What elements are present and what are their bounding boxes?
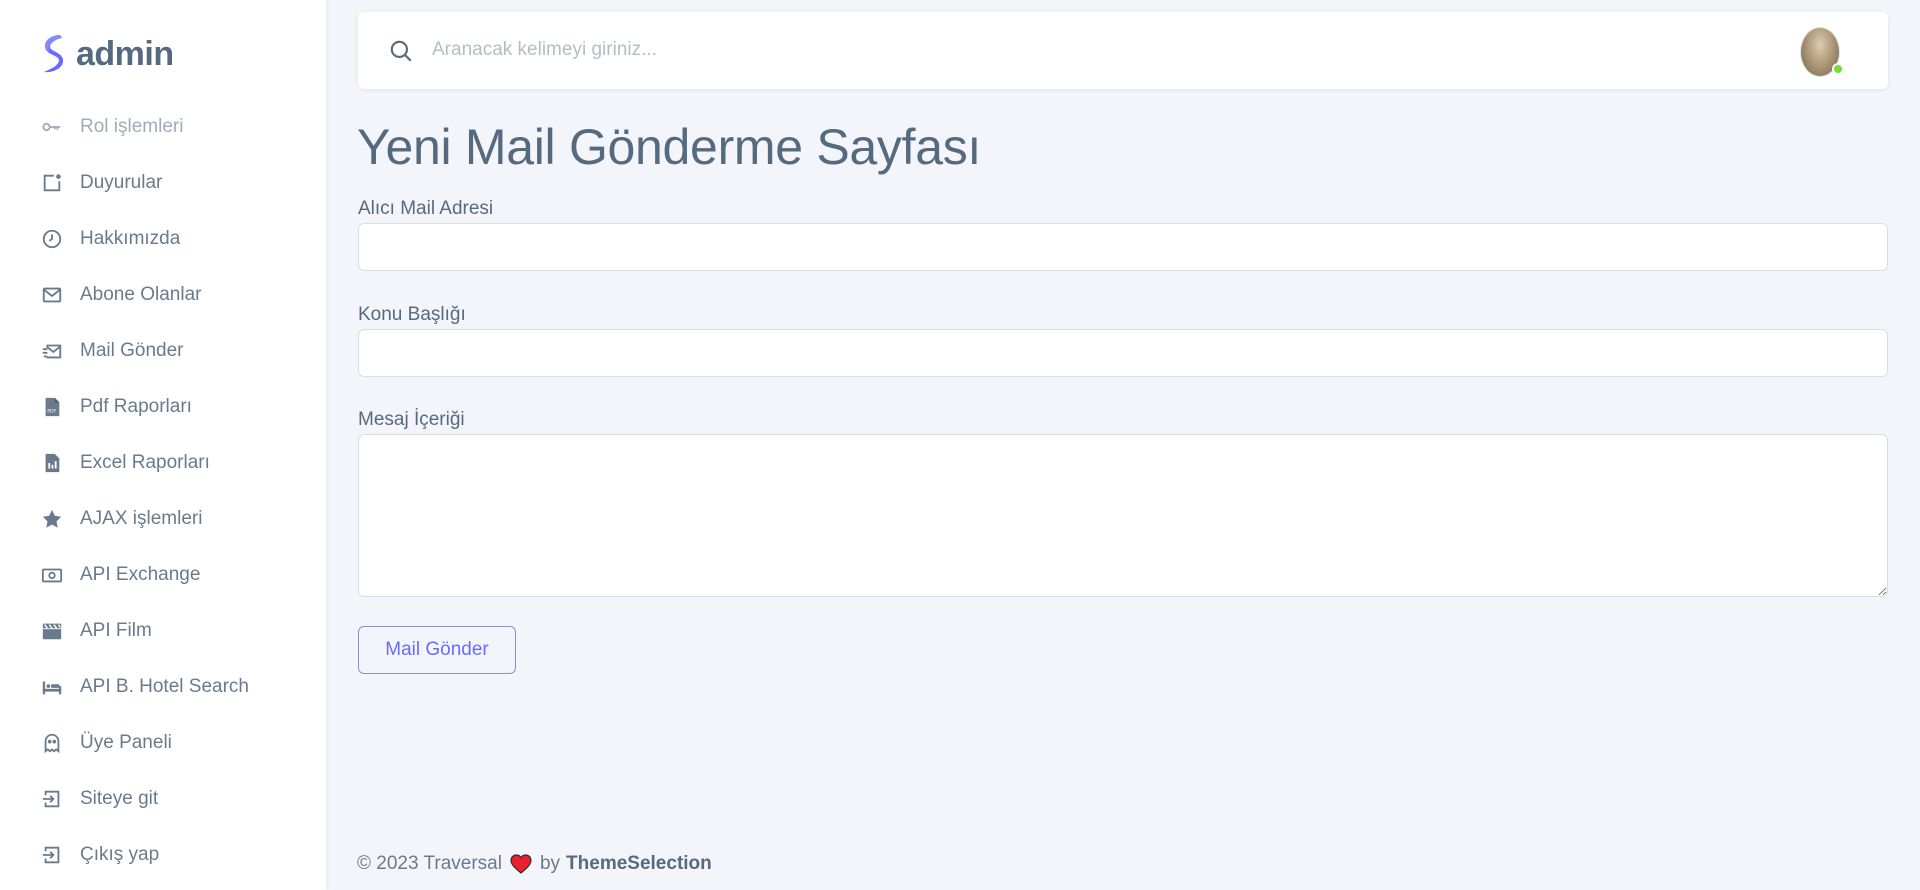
sidebar-item-pdf-raporlari[interactable]: PDF Pdf Raporları	[0, 379, 326, 435]
subject-label: Konu Başlığı	[358, 304, 466, 325]
report-file-icon	[40, 451, 64, 475]
heart-icon	[510, 854, 532, 874]
message-textarea[interactable]	[358, 434, 1888, 597]
key-icon	[40, 115, 64, 139]
user-avatar[interactable]	[1800, 27, 1844, 77]
sidebar-item-abone-olanlar[interactable]: Abone Olanlar	[0, 267, 326, 323]
sidebar-item-rol-islemleri[interactable]: Rol işlemleri	[0, 99, 326, 155]
mail-send-icon	[40, 339, 64, 363]
sidebar-item-duyurular[interactable]: Duyurular	[0, 155, 326, 211]
sidebar-item-label: Abone Olanlar	[80, 284, 202, 305]
sidebar-item-label: Excel Raporları	[80, 452, 210, 473]
sidebar-item-label: Siteye git	[80, 788, 159, 809]
sidebar-item-api-film[interactable]: API Film	[0, 603, 326, 659]
sidebar-item-label: Hakkımızda	[80, 228, 181, 249]
sidebar-item-api-hotel-search[interactable]: API B. Hotel Search	[0, 659, 326, 715]
money-icon	[40, 563, 64, 587]
sidebar-menu: Rol işlemleri Duyurular Hakkımızda Abone…	[0, 99, 326, 883]
search-icon	[390, 40, 412, 62]
footer-brand-link[interactable]: ThemeSelection	[566, 853, 712, 875]
sidebar-item-label: Üye Paneli	[80, 732, 172, 753]
brand[interactable]: admin	[38, 32, 174, 76]
sidebar-item-excel-raporlari[interactable]: Excel Raporları	[0, 435, 326, 491]
sidebar-item-ajax-islemleri[interactable]: AJAX işlemleri	[0, 491, 326, 547]
film-icon	[40, 619, 64, 643]
log-in-icon	[40, 787, 64, 811]
log-out-icon	[40, 843, 64, 867]
sidebar-item-api-exchange[interactable]: API Exchange	[0, 547, 326, 603]
brand-logo-icon	[44, 35, 64, 73]
sidebar-item-label: API Exchange	[80, 564, 201, 585]
footer-by: by	[539, 853, 561, 874]
sidebar-item-label: AJAX işlemleri	[80, 508, 203, 529]
sidebar-item-mail-gonder[interactable]: Mail Gönder	[0, 323, 326, 379]
sidebar-item-cikis-yap[interactable]: Çıkış yap	[0, 827, 326, 883]
sidebar: admin Rol işlemleri Duyurular Hakkımızda…	[0, 0, 326, 890]
brand-name: admin	[76, 34, 174, 73]
pdf-file-icon: PDF	[40, 395, 64, 419]
online-status-indicator	[1832, 63, 1844, 75]
message-label: Mesaj İçeriği	[358, 409, 465, 430]
subject-field[interactable]	[358, 329, 1888, 377]
sidebar-item-siteye-git[interactable]: Siteye git	[0, 771, 326, 827]
mail-icon	[40, 283, 64, 307]
sidebar-item-label: Çıkış yap	[80, 844, 160, 865]
bed-icon	[40, 675, 64, 699]
footer: © 2023 Traversal by ThemeSelection	[357, 853, 712, 875]
recipient-label: Alıcı Mail Adresi	[358, 198, 494, 219]
sidebar-item-label: API Film	[80, 620, 152, 641]
star-icon	[40, 507, 64, 531]
sidebar-item-uye-paneli[interactable]: Üye Paneli	[0, 715, 326, 771]
sidebar-item-label: Rol işlemleri	[80, 116, 184, 137]
history-icon	[40, 227, 64, 251]
sidebar-item-label: Pdf Raporları	[80, 396, 192, 417]
sidebar-item-hakkimizda[interactable]: Hakkımızda	[0, 211, 326, 267]
sidebar-item-label: API B. Hotel Search	[80, 676, 249, 697]
recipient-email-field[interactable]	[358, 223, 1888, 271]
sidebar-item-label: Mail Gönder	[80, 340, 184, 361]
announcement-icon	[40, 171, 64, 195]
send-mail-button[interactable]: Mail Gönder	[358, 626, 516, 674]
search-input[interactable]	[432, 30, 1132, 70]
svg-text:PDF: PDF	[47, 409, 56, 415]
page-title: Yeni Mail Gönderme Sayfası	[357, 119, 982, 175]
footer-copyright: © 2023 Traversal	[357, 853, 502, 874]
sidebar-item-label: Duyurular	[80, 172, 163, 193]
top-navbar	[358, 12, 1888, 89]
ghost-icon	[40, 731, 64, 755]
